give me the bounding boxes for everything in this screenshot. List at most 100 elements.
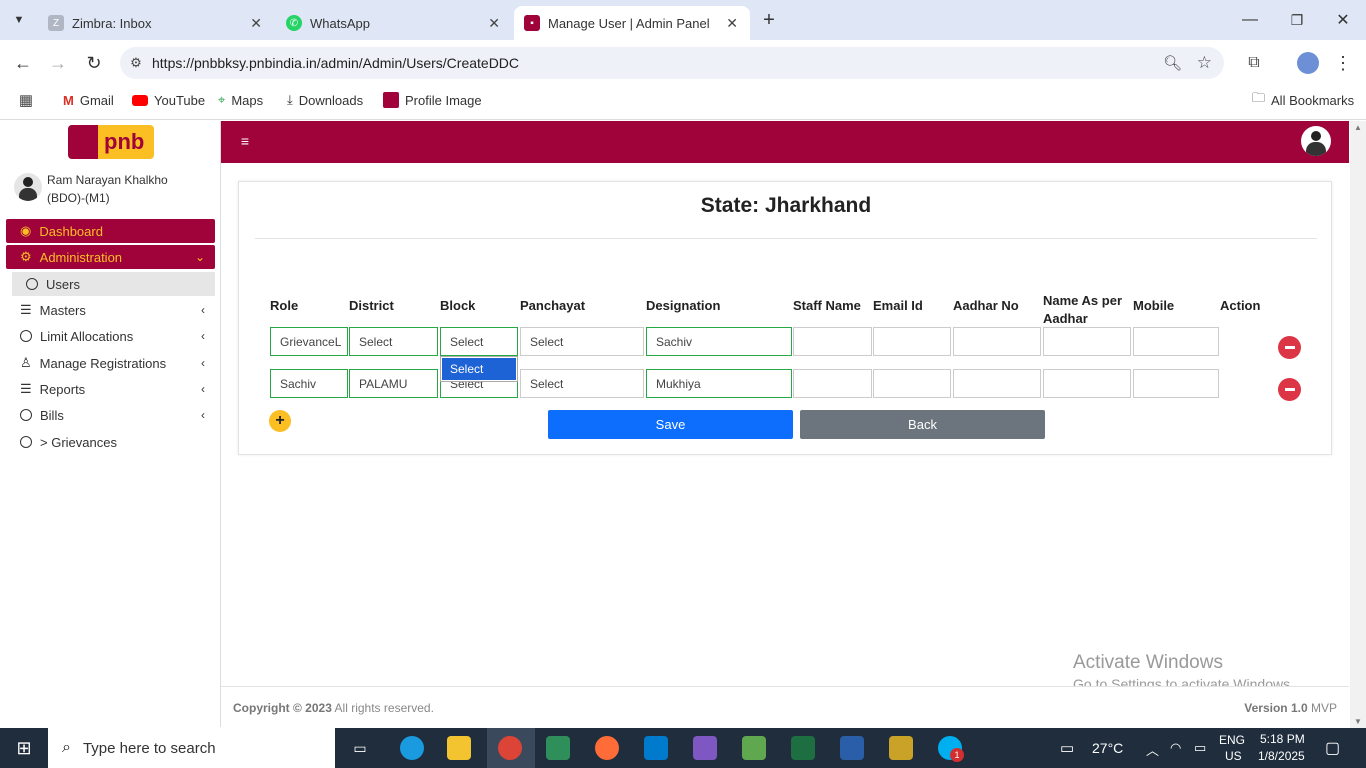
vscode-icon[interactable] <box>644 736 668 760</box>
mobile-input[interactable] <box>1133 327 1219 356</box>
page-scrollbar[interactable]: ▲ ▼ <box>1350 121 1366 728</box>
bookmark-gmail[interactable]: M Gmail <box>63 86 114 114</box>
panchayat-select[interactable]: Select <box>520 327 644 356</box>
sidebar-item-dashboard[interactable]: ◉ Dashboard <box>6 219 215 243</box>
youtube-icon <box>132 94 148 106</box>
tab-list-icon[interactable]: ▼ <box>8 10 30 30</box>
extensions-icon[interactable]: ⧉ <box>1243 52 1265 74</box>
forward-icon[interactable]: → <box>47 52 69 74</box>
staff-name-input[interactable] <box>793 369 872 398</box>
remove-row-button[interactable] <box>1278 378 1301 401</box>
sidebar-item-bills[interactable]: Bills ‹ <box>6 403 215 427</box>
add-row-button[interactable]: + <box>269 410 291 432</box>
sidebar-item-users[interactable]: Users <box>12 272 215 296</box>
network-icon[interactable]: ◠ <box>1170 740 1181 756</box>
district-select[interactable]: PALAMU <box>349 369 438 398</box>
taskbar-search[interactable]: ⌕ Type here to search <box>48 728 335 768</box>
notification-center-icon[interactable]: ▢ <box>1325 738 1340 758</box>
pnb-favicon-icon: ▪ <box>524 15 540 31</box>
site-info-icon[interactable]: ⚙ <box>120 55 152 71</box>
sidebar-item-limit-allocations[interactable]: Limit Allocations ‹ <box>6 324 215 348</box>
sidebar-item-manage-registrations[interactable]: ♙ Manage Registrations ‹ <box>6 351 215 375</box>
col-header-action: Action <box>1220 298 1261 313</box>
back-icon[interactable]: ← <box>12 52 34 74</box>
back-button[interactable]: Back <box>800 410 1045 439</box>
snipping-tool-icon[interactable] <box>546 736 570 760</box>
clock-time[interactable]: 5:18 PM <box>1260 732 1305 746</box>
aadhar-input[interactable] <box>953 369 1041 398</box>
file-explorer-icon[interactable] <box>447 736 471 760</box>
designation-select[interactable]: Sachiv <box>646 327 792 356</box>
block-select[interactable]: Select <box>440 327 518 356</box>
staff-name-input[interactable] <box>793 327 872 356</box>
bookmark-youtube[interactable]: YouTube <box>132 86 205 114</box>
reload-icon[interactable]: ↻ <box>83 52 105 74</box>
weather-icon[interactable]: ▭ <box>1060 739 1074 757</box>
excel-icon[interactable] <box>791 736 815 760</box>
tools-icon[interactable] <box>889 736 913 760</box>
aadhar-name-input[interactable] <box>1043 369 1131 398</box>
role-select[interactable]: Sachiv <box>270 369 348 398</box>
aadhar-name-input[interactable] <box>1043 327 1131 356</box>
bookmark-profile-image[interactable]: Profile Image <box>383 86 482 114</box>
postman-icon[interactable] <box>595 736 619 760</box>
edge-icon[interactable] <box>400 736 424 760</box>
sidebar-item-reports[interactable]: ☰ Reports ‹ <box>6 377 215 401</box>
menu-kebab-icon[interactable]: ⋮ <box>1333 52 1353 74</box>
notepad-icon[interactable] <box>742 736 766 760</box>
chrome-icon[interactable] <box>498 736 522 760</box>
minimize-icon[interactable]: — <box>1240 10 1260 30</box>
district-select[interactable]: Select <box>349 327 438 356</box>
apps-grid-icon[interactable]: ▦ <box>17 91 35 109</box>
new-tab-icon[interactable]: + <box>758 9 780 31</box>
col-header-email: Email Id <box>873 298 923 313</box>
aadhar-input[interactable] <box>953 327 1041 356</box>
email-input[interactable] <box>873 369 951 398</box>
powershell-icon[interactable] <box>840 736 864 760</box>
visual-studio-icon[interactable] <box>693 736 717 760</box>
tab-zimbra[interactable]: Z Zimbra: Inbox ✕ <box>38 6 274 40</box>
scroll-up-icon[interactable]: ▲ <box>1354 123 1362 132</box>
scroll-down-icon[interactable]: ▼ <box>1354 717 1362 726</box>
profile-avatar[interactable] <box>1297 52 1319 74</box>
language-top[interactable]: ENG <box>1219 733 1245 747</box>
panchayat-select[interactable]: Select <box>520 369 644 398</box>
windows-start-icon[interactable]: ⊞ <box>14 738 34 758</box>
tab-manage-user[interactable]: ▪ Manage User | Admin Panel ✕ <box>514 6 750 40</box>
pnb-logo[interactable]: pnb <box>68 125 154 159</box>
battery-icon[interactable]: ▭ <box>1194 740 1206 756</box>
close-icon[interactable]: ✕ <box>726 15 738 32</box>
chevron-left-icon: ‹ <box>201 408 205 422</box>
header-avatar[interactable] <box>1301 126 1331 156</box>
bookmark-maps[interactable]: ⌖ Maps <box>218 86 263 114</box>
dropdown-option[interactable]: Select <box>442 358 516 380</box>
tab-whatsapp[interactable]: ✆ WhatsApp ✕ <box>276 6 512 40</box>
email-input[interactable] <box>873 327 951 356</box>
zoom-icon[interactable]: 🔍︎ <box>1163 54 1182 72</box>
restore-icon[interactable]: ❐ <box>1287 10 1307 30</box>
circle-icon <box>20 330 32 342</box>
sidebar-item-administration[interactable]: ⚙ Administration ⌄ <box>6 245 215 269</box>
role-select[interactable]: GrievanceL <box>270 327 348 356</box>
all-bookmarks[interactable]: 🗀 All Bookmarks <box>1252 86 1354 114</box>
close-icon[interactable]: ✕ <box>250 15 262 32</box>
user-name: Ram Narayan Khalkho <box>47 173 168 187</box>
clock-date[interactable]: 1/8/2025 <box>1258 749 1305 763</box>
close-window-icon[interactable]: ✕ <box>1333 10 1353 30</box>
designation-select[interactable]: Mukhiya <box>646 369 792 398</box>
task-view-icon[interactable]: ▭ <box>350 738 370 758</box>
hamburger-menu-icon[interactable]: ≡ <box>237 133 253 149</box>
bookmark-star-icon[interactable]: ☆ <box>1197 53 1212 73</box>
address-bar[interactable]: ⚙ https://pnbbksy.pnbindia.in/admin/Admi… <box>120 47 1224 79</box>
bookmark-downloads[interactable]: ⤓ Downloads <box>287 86 363 114</box>
mobile-input[interactable] <box>1133 369 1219 398</box>
weather-temp[interactable]: 27°C <box>1092 740 1123 756</box>
remove-row-button[interactable] <box>1278 336 1301 359</box>
language-bottom[interactable]: US <box>1225 749 1242 763</box>
chevron-up-icon[interactable]: ︿ <box>1146 740 1159 759</box>
chevron-down-icon: ⌄ <box>194 250 205 264</box>
sidebar-item-grievances[interactable]: > Grievances <box>6 430 215 454</box>
save-button[interactable]: Save <box>548 410 793 439</box>
sidebar-item-masters[interactable]: ☰ Masters ‹ <box>6 298 215 322</box>
close-icon[interactable]: ✕ <box>488 15 500 32</box>
